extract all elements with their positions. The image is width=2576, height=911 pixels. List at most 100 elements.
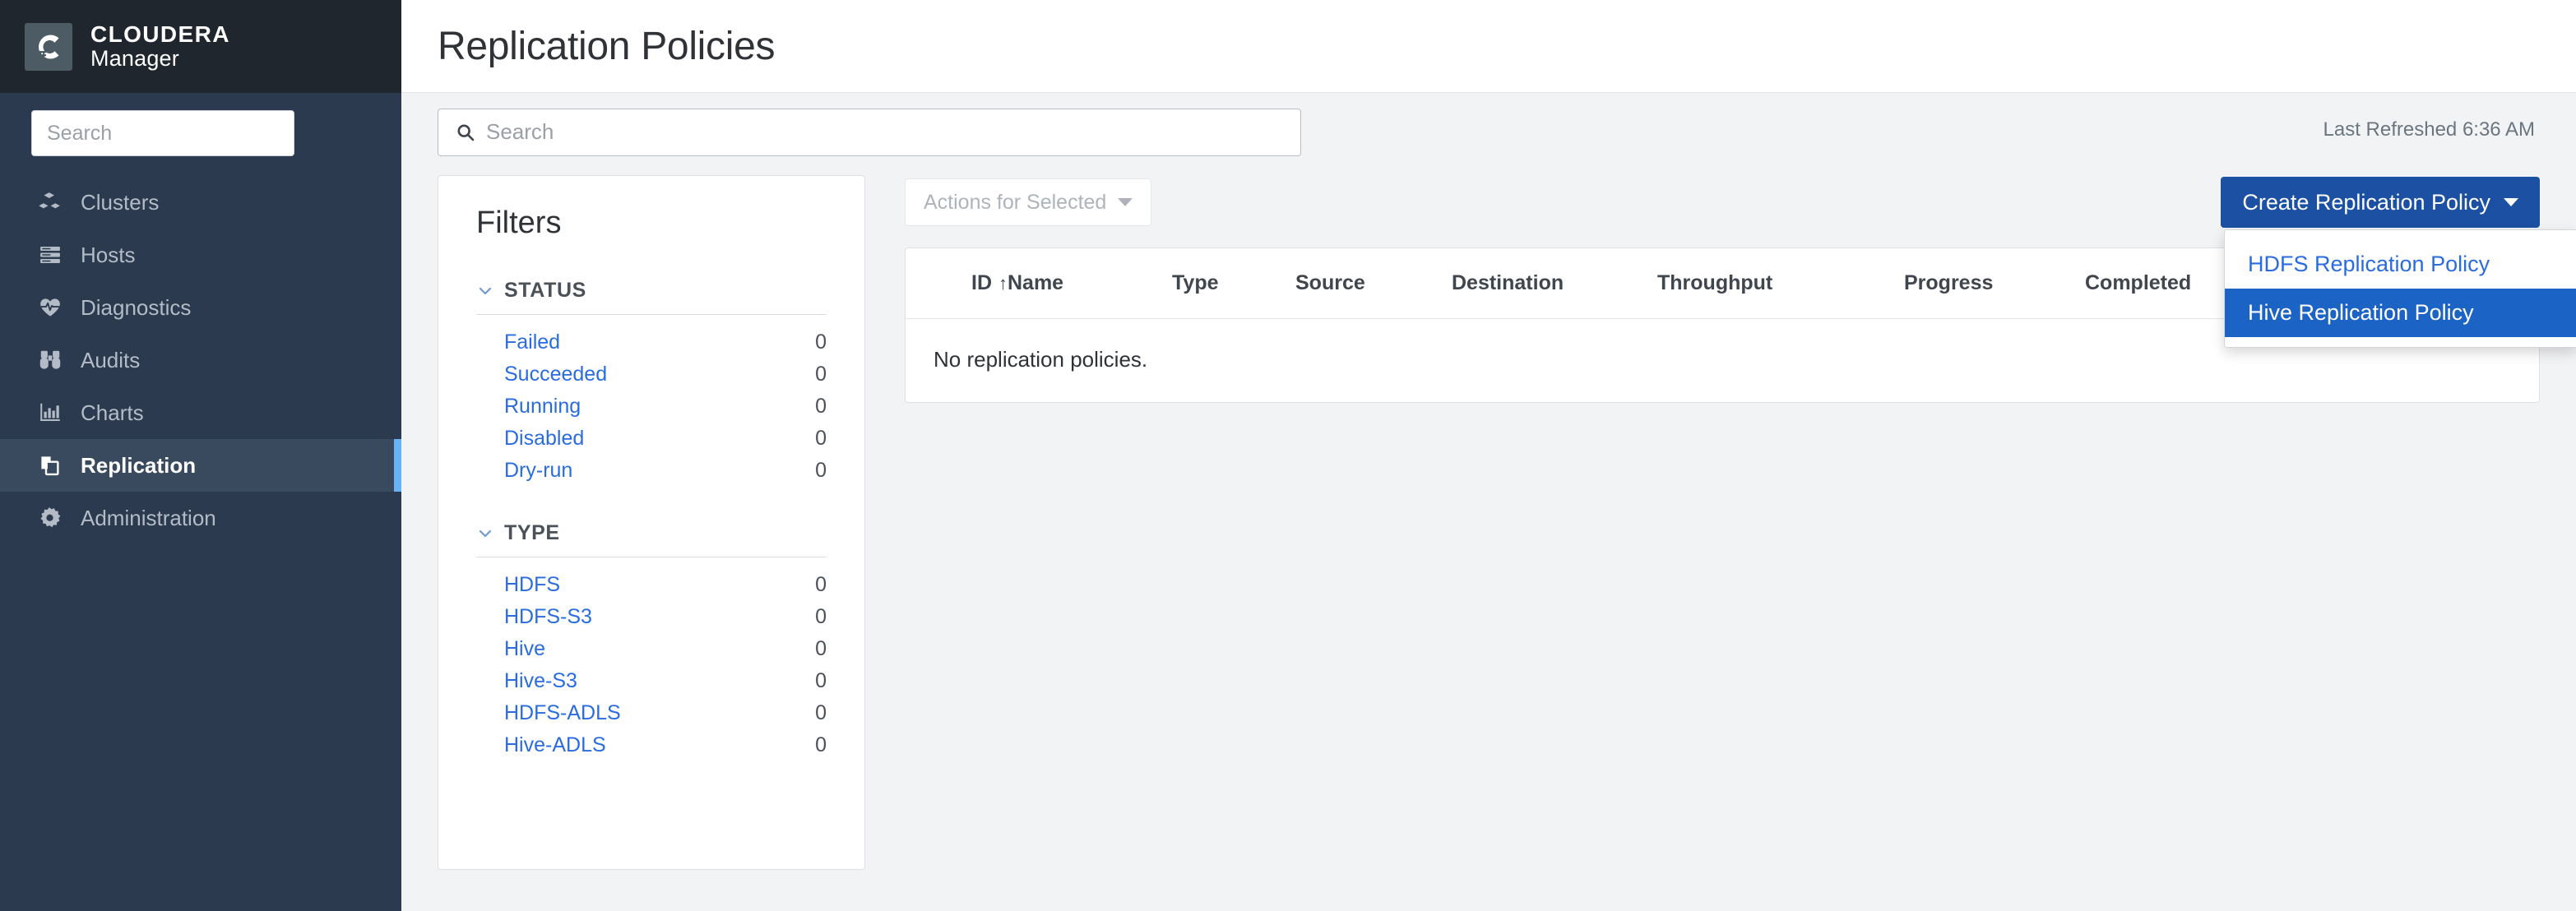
filter-count: 0 [815, 331, 827, 354]
search-box [438, 108, 1301, 156]
search-input[interactable] [438, 108, 1301, 156]
filter-group-label: TYPE [504, 521, 560, 544]
filter-link[interactable]: Failed [504, 331, 560, 354]
filter-row: HDFS-S3 0 [476, 601, 827, 633]
replication-icon [36, 451, 64, 479]
sidebar-item-label: Administration [81, 505, 216, 530]
sidebar-item-label: Audits [81, 347, 141, 372]
create-policy-dropdown-menu: HDFS Replication Policy Hive Replication… [2224, 229, 2576, 348]
sidebar: CLOUDERA Manager Clusters [0, 0, 401, 911]
sidebar-item-administration[interactable]: Administration [0, 492, 401, 544]
filter-count: 0 [815, 363, 827, 386]
filter-count: 0 [815, 733, 827, 756]
sort-ascending-icon: ↑ [998, 273, 1008, 294]
sidebar-item-label: Diagnostics [81, 294, 192, 320]
filter-link[interactable]: Hive-ADLS [504, 733, 606, 757]
brand-text: CLOUDERA Manager [90, 21, 230, 72]
filter-row: Dry-run 0 [476, 455, 827, 487]
chevron-down-icon [476, 282, 494, 300]
sidebar-item-replication[interactable]: Replication [0, 439, 401, 492]
filter-group-type: TYPE HDFS 0 HDFS-S3 0 Hive 0 Hive-S3 0 H… [476, 521, 827, 761]
filter-row: Succeeded 0 [476, 358, 827, 391]
sidebar-nav: Clusters Hosts Diagnostics Audits Charts… [0, 176, 401, 544]
column-header-name[interactable]: Name [1008, 248, 1172, 319]
cloudera-c-logo-icon [25, 22, 72, 71]
column-header-throughput[interactable]: Throughput [1657, 248, 1904, 319]
sidebar-search-input[interactable] [31, 110, 294, 156]
hosts-icon [36, 241, 64, 269]
column-label: ID [971, 271, 992, 294]
brand-line-cloudera: CLOUDERA [90, 21, 230, 47]
filter-count: 0 [815, 605, 827, 628]
filter-count: 0 [815, 573, 827, 596]
sidebar-item-audits[interactable]: Audits [0, 334, 401, 386]
page-header: Replication Policies [401, 0, 2576, 93]
filter-row: Hive-S3 0 [476, 665, 827, 697]
filter-row: Hive-ADLS 0 [476, 729, 827, 761]
filter-link[interactable]: Running [504, 395, 581, 419]
brand-line-manager: Manager [90, 46, 179, 72]
filter-link[interactable]: HDFS-ADLS [504, 701, 621, 725]
filter-link[interactable]: Hive [504, 637, 545, 661]
app-root: CLOUDERA Manager Clusters [0, 0, 2576, 911]
actions-for-selected-label: Actions for Selected [924, 190, 1107, 214]
sidebar-item-label: Clusters [81, 189, 160, 215]
sidebar-item-label: Hosts [81, 242, 136, 267]
filters-panel: Filters STATUS Failed 0 Succeeded 0 Runn… [438, 175, 865, 870]
create-replication-policy-label: Create Replication Policy [2242, 189, 2490, 215]
sidebar-item-charts[interactable]: Charts [0, 386, 401, 439]
filter-group-type-header[interactable]: TYPE [476, 521, 827, 557]
filters-title: Filters [476, 206, 562, 240]
filter-link[interactable]: Disabled [504, 427, 584, 451]
column-header-id[interactable]: ID ↑ [906, 248, 1008, 319]
sidebar-item-hosts[interactable]: Hosts [0, 229, 401, 281]
create-replication-policy-button[interactable]: Create Replication Policy [2221, 177, 2540, 228]
menu-item-hdfs-replication-policy[interactable]: HDFS Replication Policy [2225, 240, 2576, 289]
filter-group-status-header[interactable]: STATUS [476, 279, 827, 315]
sidebar-item-clusters[interactable]: Clusters [0, 176, 401, 229]
filter-group-label: STATUS [504, 279, 586, 302]
filter-count: 0 [815, 669, 827, 692]
sidebar-item-diagnostics[interactable]: Diagnostics [0, 281, 401, 334]
main-content: Replication Policies Last Refreshed 6:36… [401, 0, 2576, 911]
filter-count: 0 [815, 395, 827, 418]
filter-group-status: STATUS Failed 0 Succeeded 0 Running 0 Di… [476, 279, 827, 487]
column-header-type[interactable]: Type [1172, 248, 1295, 319]
filter-count: 0 [815, 427, 827, 450]
filter-link[interactable]: HDFS [504, 573, 560, 597]
actions-for-selected-button[interactable]: Actions for Selected [905, 178, 1152, 226]
last-refreshed-label: Last Refreshed 6:36 AM [2323, 118, 2535, 141]
chevron-down-icon [476, 525, 494, 543]
column-header-source[interactable]: Source [1295, 248, 1452, 319]
toolbar: Last Refreshed 6:36 AM [401, 93, 2576, 167]
policies-panel: Actions for Selected Create Replication … [905, 175, 2576, 403]
filter-row: Disabled 0 [476, 423, 827, 455]
brand-header[interactable]: CLOUDERA Manager [0, 0, 401, 93]
column-header-progress[interactable]: Progress [1904, 248, 2085, 319]
content-area: Filters STATUS Failed 0 Succeeded 0 Runn… [401, 167, 2576, 870]
sidebar-item-label: Charts [81, 400, 144, 425]
filter-rows-type: HDFS 0 HDFS-S3 0 Hive 0 Hive-S3 0 HDFS-A… [476, 569, 827, 761]
menu-item-hive-replication-policy[interactable]: Hive Replication Policy [2225, 289, 2576, 337]
administration-icon [36, 504, 64, 532]
page-title: Replication Policies [438, 24, 776, 68]
filter-row: HDFS 0 [476, 569, 827, 601]
filter-count: 0 [815, 459, 827, 482]
caret-down-icon [2504, 198, 2518, 206]
diagnostics-icon [36, 294, 64, 321]
filter-row: Failed 0 [476, 326, 827, 358]
audits-icon [36, 346, 64, 374]
filter-count: 0 [815, 637, 827, 660]
filter-link[interactable]: Succeeded [504, 363, 607, 386]
filter-link[interactable]: Hive-S3 [504, 669, 577, 693]
clusters-icon [36, 188, 64, 216]
caret-down-icon [1118, 198, 1133, 206]
filter-rows-status: Failed 0 Succeeded 0 Running 0 Disabled … [476, 326, 827, 487]
filter-row: Hive 0 [476, 633, 827, 665]
filter-link[interactable]: HDFS-S3 [504, 605, 592, 629]
actions-bar: Actions for Selected Create Replication … [905, 175, 2576, 348]
sidebar-item-label: Replication [81, 452, 197, 478]
filter-link[interactable]: Dry-run [504, 459, 572, 483]
column-header-destination[interactable]: Destination [1452, 248, 1657, 319]
filter-count: 0 [815, 701, 827, 724]
